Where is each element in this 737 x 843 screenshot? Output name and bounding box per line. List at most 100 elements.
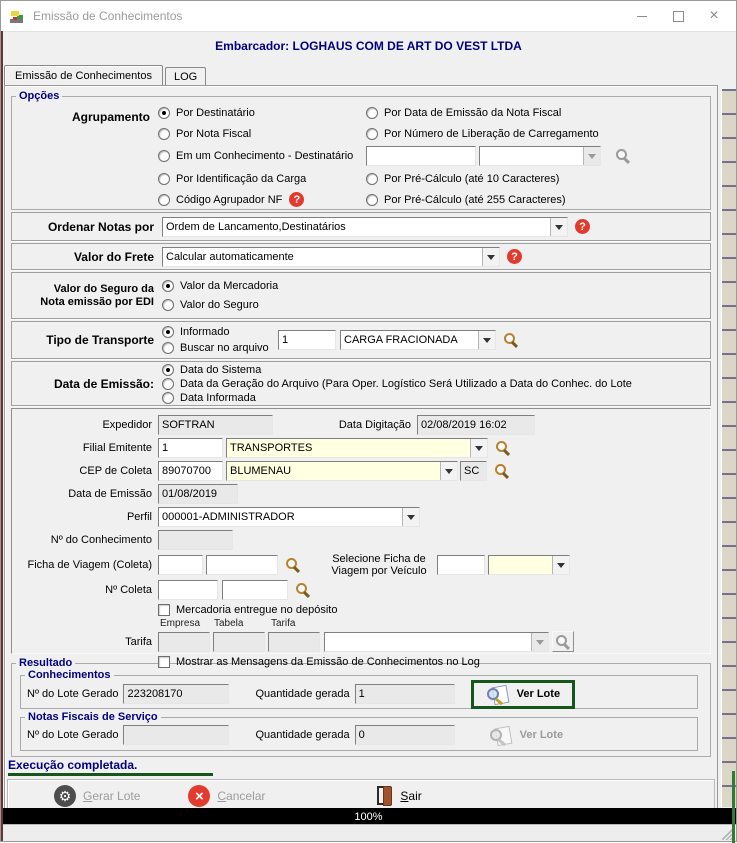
tarifa-header-tarifa: Tarifa [271,618,296,629]
radio-icon [158,128,170,140]
data-emissao-opts-label: Data de Emissão: [53,376,154,391]
progress-bar: 100% [1,808,736,825]
right-edge-annotation [732,771,735,843]
radio-valor-mercadoria[interactable]: Valor da Mercadoria [162,277,278,296]
search-icon[interactable] [495,440,511,456]
quantidade-gerada-nfs-field: 0 [354,725,455,745]
ficha-viagem-input2[interactable] [206,555,278,575]
perfil-select[interactable]: 000001-ADMINISTRADOR [158,507,420,527]
radio-pre-calculo-255[interactable]: Por Pré-Cálculo (até 255 Caracteres) [366,189,631,210]
background-window-sliver [721,89,736,807]
radio-em-um-conhecimento[interactable]: Em um Conhecimento - Destinatário [158,144,358,168]
gear-icon: ⚙ [54,785,76,807]
search-icon[interactable] [295,582,311,598]
n-coleta-input1[interactable] [158,580,218,600]
radio-por-identificacao-carga[interactable]: Por Identificação da Carga [158,168,358,189]
selecione-ficha-select[interactable] [488,555,570,575]
radio-por-destinatario[interactable]: Por Destinatário [158,102,358,124]
tab-log[interactable]: LOG [164,67,207,85]
sair-button[interactable]: Sair [377,786,422,806]
radio-icon [162,363,174,376]
search-icon[interactable] [503,332,519,348]
liberacao-code-input[interactable] [366,146,476,166]
checkbox-icon [158,603,170,616]
lote-gerado-nfs-field [123,725,230,745]
radio-por-nota-fiscal[interactable]: Por Nota Fiscal [158,124,358,144]
radio-por-numero-liberacao[interactable]: Por Número de Liberação de Carregamento [366,124,631,144]
radio-informado[interactable]: Informado [162,324,270,340]
tipo-transporte-code-input[interactable]: 1 [278,330,336,350]
lote-gerado-label: Nº do Lote Gerado [27,688,119,700]
radio-icon [366,172,378,185]
tarifa-desc-select[interactable] [324,631,549,652]
radio-data-informada[interactable]: Data Informada [162,391,632,405]
radio-buscar-arquivo[interactable]: Buscar no arquivo [162,340,270,356]
tipo-transporte-select[interactable]: CARGA FRACIONADA [340,330,496,350]
cep-city-select[interactable]: BLUMENAU [226,461,458,481]
cep-code-input[interactable]: 89070700 [158,461,223,481]
checkbox-mercadoria[interactable]: Mercadoria entregue no depósito [158,602,710,617]
filial-code-input[interactable]: 1 [158,438,223,458]
chevron-down-icon [478,331,495,349]
radio-icon [158,107,170,119]
radio-data-geracao-arquivo[interactable]: Data da Geração do Arquivo (Para Oper. L… [162,377,632,391]
tarifa-empresa-field [158,631,210,652]
notas-fiscais-group: Notas Fiscais de Serviço Nº do Lote Gera… [20,711,698,751]
minimize-button[interactable] [624,3,660,29]
filial-select[interactable]: TRANSPORTES [226,438,488,458]
help-icon[interactable]: ? [575,219,590,234]
n-coleta-label: Nº Coleta [105,584,152,596]
radio-codigo-agrupador-nf[interactable]: Código Agrupador NF? [158,189,358,210]
tab-bar: Emissão de Conhecimentos LOG [1,60,736,85]
data-emissao-row: Data de Emissão: Data do Sistema Data da… [11,361,711,406]
gerar-lote-button[interactable]: ⚙ Gerar Lote [54,785,140,807]
n-coleta-input2[interactable] [222,580,288,600]
tarifa-header-empresa: Empresa [160,618,201,629]
radio-icon [162,280,174,292]
status-underline-annotation [8,773,213,776]
n-conhecimento-field [158,530,233,550]
search-icon[interactable] [494,463,510,479]
minimize-icon [637,15,647,17]
chevron-down-icon [402,508,419,526]
view-batch-icon [486,684,510,705]
liberacao-desc-select[interactable] [479,146,601,166]
view-batch-icon [489,725,513,746]
close-button[interactable]: × [696,3,732,29]
tarifa-tarifa-field [268,631,320,652]
search-icon[interactable] [285,557,301,573]
title-bar: Emissão de Conhecimentos × [1,1,736,31]
radio-icon [158,172,170,185]
search-icon[interactable] [615,148,631,164]
tipo-transporte-row: Tipo de Transporte Informado Buscar no a… [11,321,711,359]
tab-emissao-de-conhecimentos[interactable]: Emissão de Conhecimentos [4,65,163,85]
selecione-ficha-code-input[interactable] [437,555,485,575]
maximize-button[interactable] [660,3,696,29]
left-edge-annotation [1,31,3,841]
tipo-transporte-label: Tipo de Transporte [46,333,154,347]
ordenar-select[interactable]: Ordem de Lancamento,Destinatários [162,216,568,237]
chevron-down-icon [550,217,567,236]
help-icon[interactable]: ? [507,249,522,264]
help-icon[interactable]: ? [289,192,305,207]
status-bar [1,824,736,841]
ficha-viagem-input1[interactable] [158,555,203,575]
perfil-label: Perfil [126,511,152,523]
radio-data-sistema[interactable]: Data do Sistema [162,363,632,377]
radio-pre-calculo-10[interactable]: Por Pré-Cálculo (até 10 Caracteres) [366,168,631,189]
tarifa-search-button[interactable] [552,631,574,652]
radio-por-data-emissao-nf[interactable]: Por Data de Emissão da Nota Fiscal [366,102,631,124]
ver-lote-nfs-button[interactable]: Ver Lote [477,724,575,747]
app-window: Emissão de Conhecimentos × Embarcador: L… [0,0,737,843]
frete-select[interactable]: Calcular automaticamente [162,246,500,267]
resultado-legend: Resultado [19,657,73,669]
radio-icon [162,342,174,354]
conhecimentos-legend: Conhecimentos [28,669,111,681]
ordenar-row: Ordenar Notas por Ordem de Lancamento,De… [11,212,711,241]
cancelar-button[interactable]: × Cancelar [188,785,265,807]
ordenar-label: Ordenar Notas por [47,219,154,234]
app-icon [9,8,25,24]
ver-lote-button[interactable]: Ver Lote [474,683,572,706]
window-title: Emissão de Conhecimentos [33,9,183,23]
radio-valor-seguro[interactable]: Valor do Seguro [162,296,278,315]
